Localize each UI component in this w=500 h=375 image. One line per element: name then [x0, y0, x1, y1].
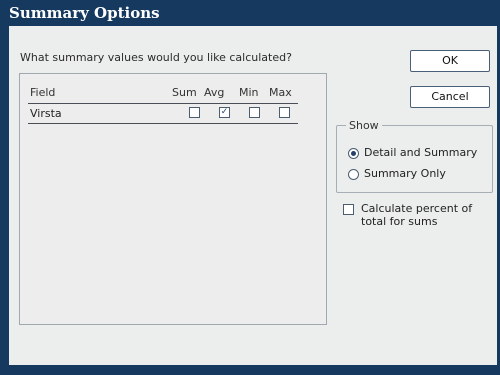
summary-fields-panel: Field Sum Avg Min Max Virsta ✓ — [19, 73, 327, 325]
header-divider — [28, 103, 298, 104]
ok-button[interactable]: OK — [410, 50, 490, 72]
radio-selected-dot — [351, 151, 356, 156]
sum-checkbox[interactable] — [189, 107, 200, 118]
show-group-label: Show — [346, 119, 382, 132]
detail-and-summary-label[interactable]: Detail and Summary — [364, 146, 477, 159]
show-groupbox — [336, 125, 493, 193]
calculate-percent-label[interactable]: Calculate percent of total for sums — [361, 202, 491, 228]
summary-options-dialog: Summary Options What summary values woul… — [0, 0, 500, 375]
field-name-virsta: Virsta — [30, 107, 62, 120]
row-divider — [28, 123, 298, 124]
calculate-percent-checkbox[interactable] — [343, 204, 354, 215]
min-checkbox[interactable] — [249, 107, 260, 118]
instruction-text: What summary values would you like calcu… — [20, 51, 292, 64]
avg-checkbox[interactable]: ✓ — [219, 107, 230, 118]
summary-only-radio[interactable] — [348, 169, 359, 180]
detail-and-summary-radio[interactable] — [348, 148, 359, 159]
column-header-avg: Avg — [204, 86, 225, 99]
dialog-title: Summary Options — [0, 0, 500, 26]
column-header-field: Field — [30, 86, 56, 99]
column-header-min: Min — [239, 86, 259, 99]
column-header-max: Max — [269, 86, 292, 99]
column-header-sum: Sum — [172, 86, 197, 99]
summary-only-label[interactable]: Summary Only — [364, 167, 446, 180]
window-frame-left — [0, 26, 9, 375]
max-checkbox[interactable] — [279, 107, 290, 118]
cancel-button[interactable]: Cancel — [410, 86, 490, 108]
window-frame-bottom — [0, 365, 500, 375]
